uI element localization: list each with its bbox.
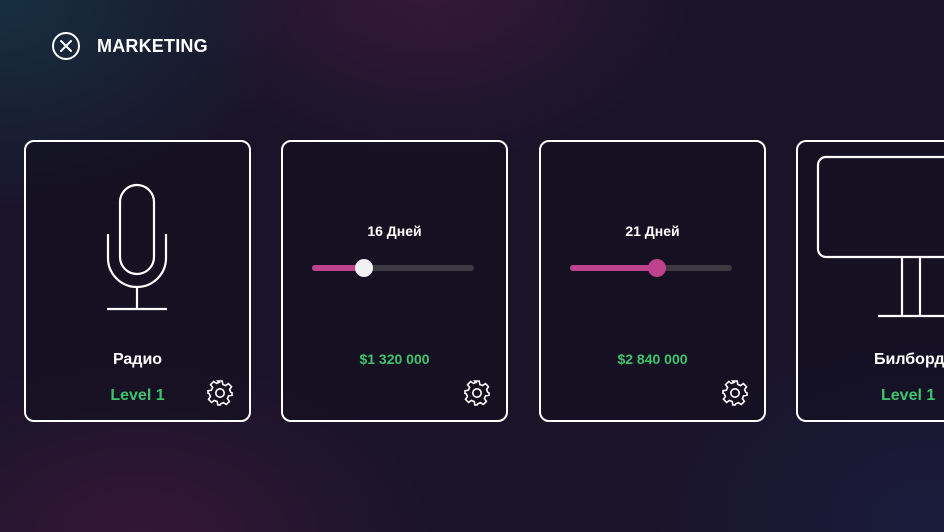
price-label: $1 320 000 [359, 351, 430, 367]
duration-slider[interactable] [570, 259, 732, 277]
slider-thumb[interactable] [648, 259, 667, 277]
gear-icon[interactable] [720, 378, 750, 408]
card-name: Билборд [874, 351, 944, 368]
card-billboard[interactable]: Билборд Level 1 [796, 140, 944, 422]
card-duration-16[interactable]: 16 Дней $1 320 000 [281, 140, 508, 422]
slider-thumb[interactable] [354, 259, 373, 277]
duration-slider[interactable] [312, 259, 474, 277]
slider-fill [570, 265, 658, 271]
microphone-icon [106, 183, 168, 311]
page-title: MARKETING [97, 35, 208, 56]
close-icon [60, 40, 72, 52]
gear-icon[interactable] [205, 378, 235, 408]
header: MARKETING [52, 32, 208, 60]
billboard-icon [816, 155, 944, 318]
card-name: Радио [112, 351, 163, 368]
gear-icon[interactable] [462, 378, 492, 408]
days-label: 16 Дней [367, 223, 422, 239]
card-radio[interactable]: Радио Level 1 [24, 140, 251, 422]
days-label: 21 Дней [625, 223, 680, 239]
close-button[interactable] [52, 32, 80, 60]
card-level: Level 1 [881, 387, 936, 404]
card-duration-21[interactable]: 21 Дней $2 840 000 [539, 140, 766, 422]
price-label: $2 840 000 [617, 351, 688, 367]
